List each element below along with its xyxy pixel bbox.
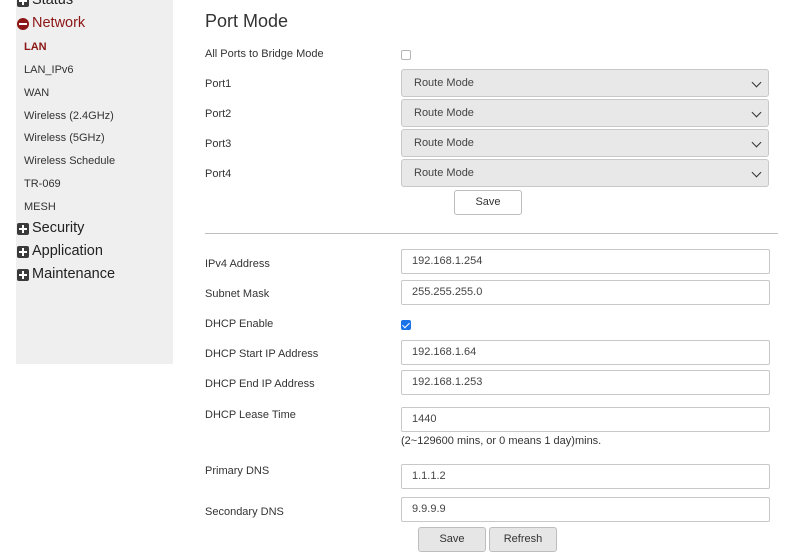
chevron-down-icon xyxy=(751,107,762,118)
dhcp-start-label: DHCP Start IP Address xyxy=(205,348,319,360)
chevron-down-icon xyxy=(751,77,762,88)
sidebar-item-wireless-5[interactable]: Wireless (5GHz) xyxy=(24,132,105,144)
port2-select[interactable]: Route Mode xyxy=(401,99,769,127)
port4-label: Port4 xyxy=(205,168,232,180)
dhcp-enable-label: DHCP Enable xyxy=(205,318,274,330)
port2-label: Port2 xyxy=(205,108,232,120)
section-divider xyxy=(205,233,778,234)
port1-label: Port1 xyxy=(205,78,232,90)
port1-select-value: Route Mode xyxy=(414,77,474,89)
port4-select[interactable]: Route Mode xyxy=(401,159,769,187)
secondary-dns-label: Secondary DNS xyxy=(205,506,284,518)
nav-network-label: Network xyxy=(32,15,86,31)
port2-select-value: Route Mode xyxy=(414,107,474,119)
expand-icon xyxy=(17,269,29,281)
refresh-button[interactable]: Refresh xyxy=(489,527,557,552)
dhcp-end-input[interactable]: 192.168.1.253 xyxy=(401,370,770,395)
expand-icon xyxy=(17,223,29,235)
expand-icon xyxy=(17,246,29,258)
nav-security-label: Security xyxy=(32,220,85,236)
sidebar-item-wan[interactable]: WAN xyxy=(24,87,49,99)
sidebar-item-wireless-schedule[interactable]: Wireless Schedule xyxy=(24,155,115,167)
expand-icon xyxy=(17,0,29,7)
collapse-icon xyxy=(17,18,29,30)
port4-select-value: Route Mode xyxy=(414,167,474,179)
port3-label: Port3 xyxy=(205,138,232,150)
lease-time-hint: (2~129600 mins, or 0 means 1 day)mins. xyxy=(401,435,602,447)
subnet-mask-label: Subnet Mask xyxy=(205,288,270,300)
bridge-mode-label: All Ports to Bridge Mode xyxy=(205,48,324,60)
lease-time-label: DHCP Lease Time xyxy=(205,409,296,421)
primary-dns-label: Primary DNS xyxy=(205,465,270,477)
sidebar-item-tr069[interactable]: TR-069 xyxy=(24,178,61,190)
nav-application-label: Application xyxy=(32,243,103,259)
port3-select[interactable]: Route Mode xyxy=(401,129,769,157)
nav-status-label: Status xyxy=(32,0,74,8)
dhcp-start-input[interactable]: 192.168.1.64 xyxy=(401,340,770,365)
chevron-down-icon xyxy=(751,167,762,178)
ipv4-label: IPv4 Address xyxy=(205,258,270,270)
lease-time-input[interactable]: 1440 xyxy=(401,407,770,432)
bridge-mode-checkbox[interactable] xyxy=(401,50,411,60)
primary-dns-input[interactable]: 1.1.1.2 xyxy=(401,464,770,489)
port3-select-value: Route Mode xyxy=(414,137,474,149)
port1-select[interactable]: Route Mode xyxy=(401,69,769,97)
sidebar-item-lan[interactable]: LAN xyxy=(24,41,47,53)
secondary-dns-input[interactable]: 9.9.9.9 xyxy=(401,497,770,522)
sidebar-item-lan-ipv6[interactable]: LAN_IPv6 xyxy=(24,64,74,76)
sidebar-nav: Status Network LAN LAN_IPv6 WAN Wireless… xyxy=(16,0,173,364)
subnet-mask-input[interactable]: 255.255.255.0 xyxy=(401,280,770,305)
lan-save-button[interactable]: Save xyxy=(418,527,486,552)
dhcp-enable-checkbox[interactable] xyxy=(401,320,411,330)
sidebar-item-wireless-24[interactable]: Wireless (2.4GHz) xyxy=(24,110,114,122)
ipv4-address-input[interactable]: 192.168.1.254 xyxy=(401,249,770,274)
dhcp-end-label: DHCP End IP Address xyxy=(205,378,315,390)
nav-maintenance-label: Maintenance xyxy=(32,266,116,282)
page-title: Port Mode xyxy=(205,11,289,31)
sidebar-item-mesh[interactable]: MESH xyxy=(24,201,56,213)
port-mode-save-button[interactable]: Save xyxy=(454,190,522,215)
chevron-down-icon xyxy=(751,137,762,148)
